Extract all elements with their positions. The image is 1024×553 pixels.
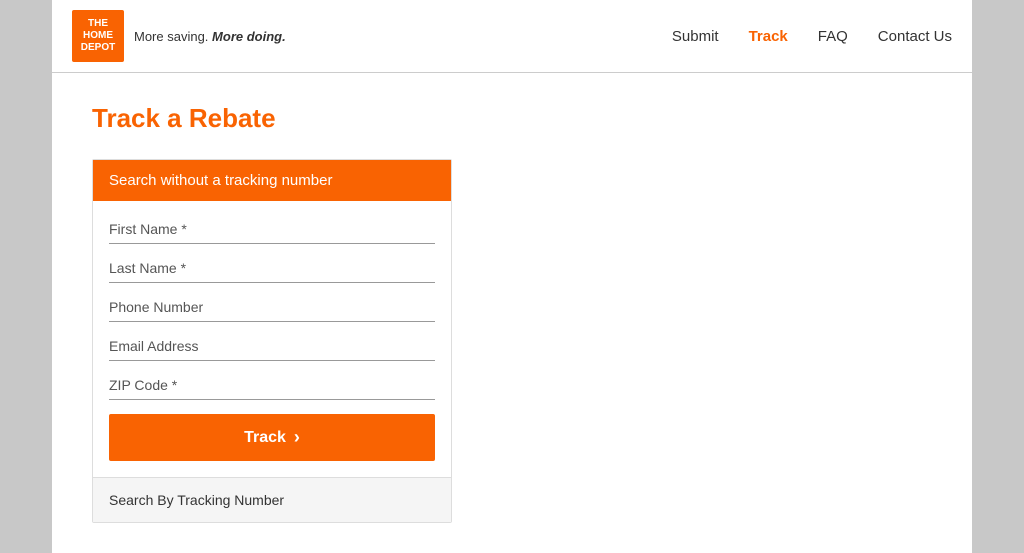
alternate-search-tab[interactable]: Search By Tracking Number xyxy=(93,477,451,522)
form-card: Search without a tracking number xyxy=(92,159,452,523)
zip-field xyxy=(109,367,435,400)
header: THEHOMEDEPOT More saving. More doing. Su… xyxy=(52,0,972,73)
nav-faq[interactable]: FAQ xyxy=(818,28,848,45)
home-depot-logo: THEHOMEDEPOT xyxy=(72,10,124,62)
logo-text: THEHOMEDEPOT xyxy=(81,18,115,54)
last-name-field xyxy=(109,250,435,283)
form-card-header: Search without a tracking number xyxy=(93,160,451,201)
page-wrapper: THEHOMEDEPOT More saving. More doing. Su… xyxy=(52,0,972,553)
nav-submit[interactable]: Submit xyxy=(672,28,719,45)
main-content: Track a Rebate Search without a tracking… xyxy=(52,73,972,553)
form-body: Track › xyxy=(93,201,451,477)
logo-area: THEHOMEDEPOT More saving. More doing. xyxy=(72,10,286,62)
last-name-input[interactable] xyxy=(109,250,435,283)
track-button-label: Track xyxy=(244,429,286,447)
tagline: More saving. More doing. xyxy=(134,29,286,44)
email-field xyxy=(109,328,435,361)
page-title: Track a Rebate xyxy=(92,103,932,134)
email-input[interactable] xyxy=(109,328,435,361)
phone-input[interactable] xyxy=(109,289,435,322)
nav-track[interactable]: Track xyxy=(749,28,788,45)
first-name-field xyxy=(109,211,435,244)
zip-input[interactable] xyxy=(109,367,435,400)
nav-contact-us[interactable]: Contact Us xyxy=(878,28,952,45)
track-button-arrow-icon: › xyxy=(294,427,300,448)
phone-field xyxy=(109,289,435,322)
track-button[interactable]: Track › xyxy=(109,414,435,461)
tagline-bold: More doing. xyxy=(212,29,286,44)
main-nav: Submit Track FAQ Contact Us xyxy=(672,28,952,45)
first-name-input[interactable] xyxy=(109,211,435,244)
